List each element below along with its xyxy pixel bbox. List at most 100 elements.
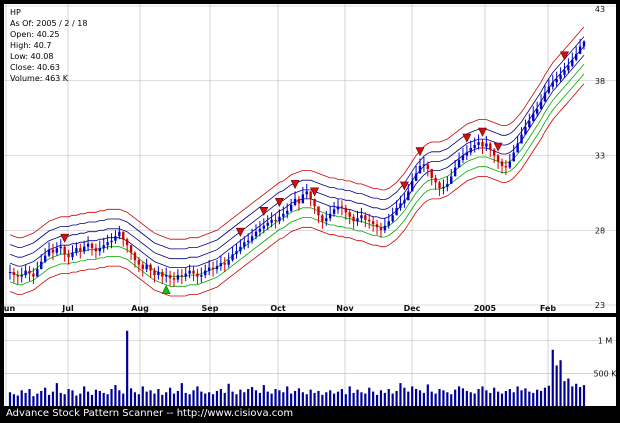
- volume-bar: [364, 393, 367, 406]
- volume-bar: [262, 385, 265, 406]
- candle-body: [563, 70, 566, 75]
- volume-bar: [118, 390, 121, 406]
- candle-body: [102, 245, 105, 249]
- candle-body: [125, 239, 129, 246]
- candle-body: [547, 86, 551, 93]
- volume-bar: [539, 390, 543, 406]
- volume-bar: [524, 388, 527, 406]
- candle-body: [492, 149, 496, 156]
- candle-body: [59, 246, 62, 249]
- low-label: Low: 40.08: [10, 52, 53, 61]
- candle-body: [71, 252, 74, 258]
- candle-body: [188, 270, 191, 274]
- volume-bar: [215, 390, 219, 406]
- volume-bar: [336, 391, 340, 406]
- candle-body: [258, 228, 262, 232]
- volume-bar: [157, 389, 160, 406]
- candle-body: [297, 198, 301, 204]
- volume-bar: [403, 387, 406, 406]
- candle-body: [477, 142, 480, 146]
- candle-body: [301, 194, 305, 204]
- candle-body: [532, 113, 535, 122]
- candle-body: [582, 41, 586, 47]
- volume-bar: [547, 385, 550, 406]
- volume-bar: [457, 386, 461, 406]
- candle-body: [313, 198, 316, 207]
- candle-body: [305, 191, 308, 195]
- candle-body: [336, 206, 340, 210]
- candle-body: [157, 272, 160, 276]
- volume-bar: [407, 391, 410, 406]
- volume-bar: [313, 392, 316, 406]
- candle-body: [36, 269, 39, 277]
- candle-body: [430, 168, 433, 178]
- volume-bar: [94, 389, 98, 406]
- candle-body: [461, 155, 465, 160]
- volume-bar: [422, 392, 426, 406]
- candle-body: [51, 249, 55, 253]
- candle-body: [399, 203, 402, 208]
- candle-body: [286, 210, 289, 214]
- candle-body: [200, 275, 203, 277]
- candle-body: [32, 273, 35, 277]
- volume-bar: [168, 387, 172, 406]
- candle-body: [207, 267, 211, 271]
- candle-body: [106, 242, 109, 246]
- volume-bar: [496, 391, 500, 406]
- volume-bar: [301, 392, 304, 406]
- y-tick-label: 23: [595, 301, 605, 310]
- price-panel: [4, 4, 616, 313]
- volume-bar: [24, 392, 27, 406]
- volume-bar: [270, 393, 273, 406]
- candle-body: [180, 275, 184, 277]
- candle-body: [395, 207, 398, 216]
- volume-bar: [28, 389, 31, 406]
- volume-bar: [414, 389, 418, 406]
- volume-bar: [258, 392, 262, 406]
- volume-bar: [141, 386, 144, 406]
- y-tick-label: 28: [595, 226, 605, 235]
- candle-body: [8, 272, 12, 274]
- volume-bar: [454, 389, 457, 406]
- volume-bar: [372, 391, 375, 406]
- volume-bar: [395, 390, 398, 406]
- volume-bar: [477, 389, 480, 406]
- volume-bar: [438, 389, 441, 406]
- volume-bar: [563, 381, 566, 406]
- candle-body: [371, 221, 375, 225]
- volume-bar: [40, 390, 43, 406]
- volume-bar: [59, 392, 62, 406]
- volume-bar: [516, 386, 519, 406]
- candle-body: [168, 275, 172, 279]
- candle-body: [375, 224, 379, 228]
- candle-body: [110, 240, 113, 243]
- volume-tick-label: 500 K: [593, 369, 617, 378]
- volume-bar: [305, 394, 308, 406]
- close-label: Close: 40.63: [10, 63, 60, 72]
- volume-bar: [567, 378, 570, 406]
- candle-body: [559, 74, 562, 80]
- candle-body: [446, 183, 449, 187]
- chart-window: 43 38 33 28 23 Jun Jul Aug Sep Oct Nov Dec 2005 Feb …: [0, 0, 620, 419]
- volume-bar: [426, 384, 429, 406]
- candle-body: [379, 227, 383, 231]
- volume-bar: [114, 385, 117, 406]
- volume-bar: [489, 392, 492, 406]
- volume-bar: [321, 394, 324, 406]
- candle-body: [196, 273, 199, 277]
- x-tick-label: Sep: [202, 304, 219, 313]
- volume-bar: [172, 393, 176, 406]
- volume-bar: [71, 390, 74, 406]
- candle-body: [129, 245, 133, 253]
- candle-body: [223, 263, 226, 265]
- volume-bar: [555, 365, 558, 406]
- candle-body: [504, 165, 508, 168]
- candle-body: [235, 251, 238, 255]
- stock-chart: 4338332823 Jun Jul Aug Sep Oct Nov Dec 2005 Feb …: [0, 0, 620, 419]
- x-tick-label: Oct: [270, 304, 286, 313]
- x-tick-label: Jun: [0, 304, 15, 313]
- candle-body: [184, 273, 187, 277]
- volume-bar: [51, 391, 55, 406]
- x-tick-label: Aug: [131, 304, 149, 313]
- candle-body: [410, 180, 414, 192]
